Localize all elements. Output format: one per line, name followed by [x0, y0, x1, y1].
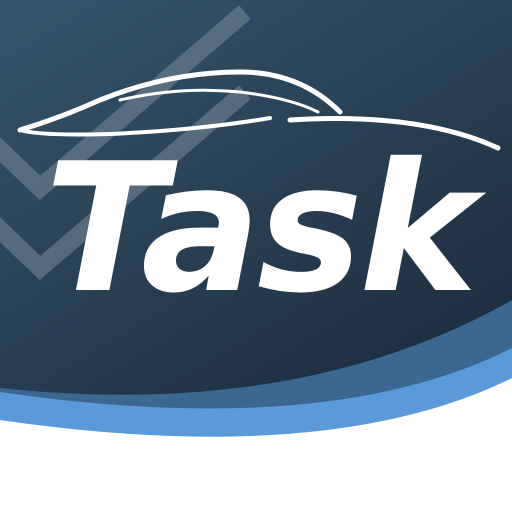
app-title: Task	[44, 125, 478, 332]
app-icon: Task	[0, 0, 512, 512]
